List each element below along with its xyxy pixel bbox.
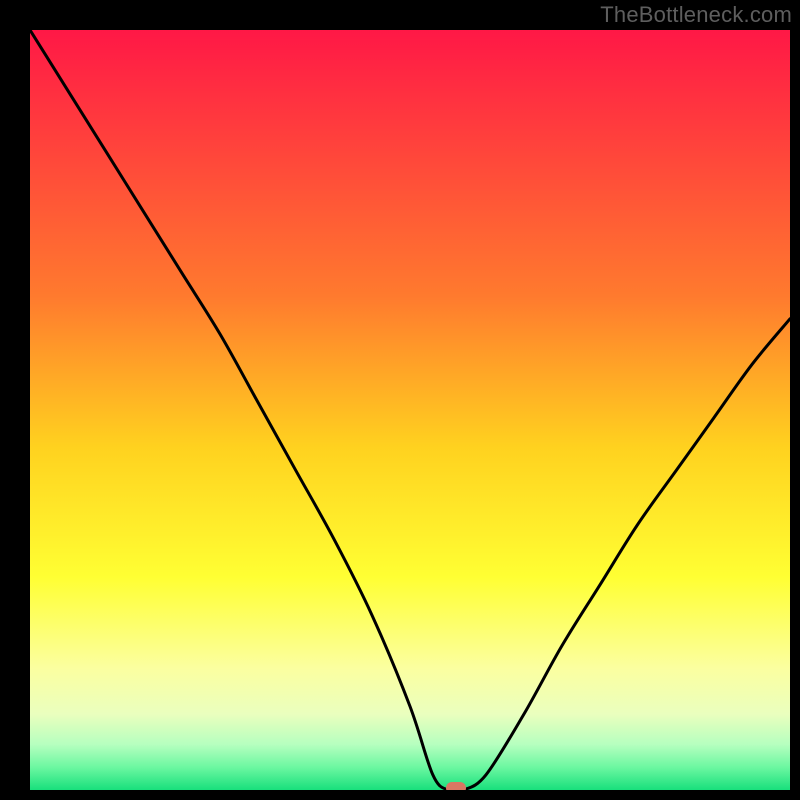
bottleneck-curve-path	[30, 30, 790, 790]
chart-container: TheBottleneck.com	[0, 0, 800, 800]
curve-layer	[30, 30, 790, 790]
optimum-marker	[446, 782, 466, 790]
watermark-text: TheBottleneck.com	[600, 2, 792, 28]
plot-area	[30, 30, 790, 790]
